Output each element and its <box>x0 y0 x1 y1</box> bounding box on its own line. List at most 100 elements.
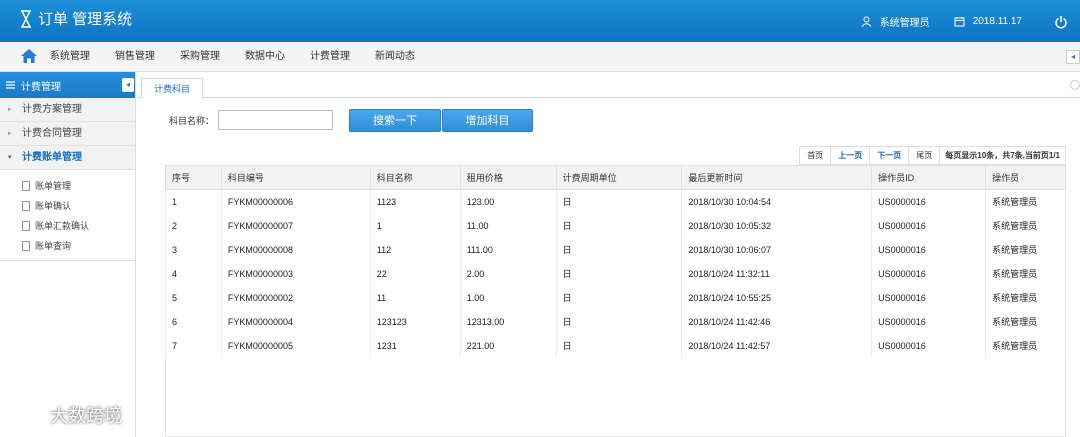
column-header[interactable]: 计费周期单位 <box>555 165 683 190</box>
column-header[interactable]: 最后更新时间 <box>681 165 873 190</box>
nav-sales[interactable]: 销售管理 <box>115 42 166 72</box>
search-label: 科目名称： <box>169 115 215 126</box>
table-row[interactable]: 1 FYKM00000006 1123 123.00 日 2018/10/30 … <box>165 189 1066 214</box>
table-cell: 日 <box>555 189 683 214</box>
sidebar-subitem-label: 账单确认 <box>35 201 72 211</box>
column-header[interactable]: 操作员ID <box>871 165 987 190</box>
document-icon <box>22 221 30 231</box>
watermark: 大数跨境 <box>10 402 122 428</box>
close-icon[interactable] <box>1070 80 1080 90</box>
table-cell: 111.00 <box>459 237 557 262</box>
table-row[interactable]: 5 FYKM00000002 11 1.00 日 2018/10/24 10:5… <box>165 285 1066 310</box>
table-cell: FYKM00000008 <box>220 237 371 262</box>
table-cell: 11.00 <box>459 213 557 238</box>
table-cell: 2.00 <box>459 261 557 286</box>
table-cell: 1.00 <box>459 285 557 310</box>
table-cell: 2018/10/30 10:06:07 <box>681 237 873 262</box>
sidebar-subitem-bill-manage[interactable]: 账单管理 <box>0 176 135 196</box>
sidebar-item-billing-plan[interactable]: ▸ 计费方案管理 <box>0 98 135 122</box>
table-cell: FYKM00000007 <box>220 213 371 238</box>
table-cell: 日 <box>555 309 683 334</box>
sidebar-subitem-bill-confirm[interactable]: 账单确认 <box>0 196 135 216</box>
sidebar-subitem-remit-confirm[interactable]: 账单汇款确认 <box>0 216 135 236</box>
chat-bubble-icon <box>11 405 44 422</box>
subject-name-input[interactable] <box>218 110 334 130</box>
main-nav: 系统管理 销售管理 采购管理 数据中心 计费管理 新闻动态 ◂ <box>0 42 1080 72</box>
table-cell: 2018/10/30 10:05:32 <box>681 213 873 238</box>
table-row[interactable]: 6 FYKM00000004 123123 12313.00 日 2018/10… <box>165 309 1066 334</box>
hourglass-icon <box>21 9 31 28</box>
search-button[interactable]: 搜索一下 <box>349 109 441 132</box>
app-title: 订单 管理系统 <box>38 11 133 28</box>
tab-bar: 计费科目 <box>137 72 1080 99</box>
table-cell: 日 <box>555 213 683 238</box>
prev-page-link[interactable]: 上一页 <box>831 147 871 164</box>
sidebar-collapse-button[interactable]: ◂ <box>122 78 134 92</box>
table-row[interactable]: 3 FYKM00000008 112 111.00 日 2018/10/30 1… <box>165 237 1066 262</box>
watermark-text: 大数跨境 <box>50 406 122 426</box>
table-cell: 221.00 <box>459 333 557 358</box>
column-header[interactable]: 租用价格 <box>459 165 557 190</box>
table-cell: 1 <box>165 189 222 214</box>
table-cell: 12313.00 <box>459 309 557 334</box>
top-bar: 订单 管理系统 系统管理员 2018.11.17 <box>0 0 1080 42</box>
table-cell: 2018/10/24 10:55:25 <box>681 285 873 310</box>
sidebar-subitem-bill-query[interactable]: 账单查询 <box>0 236 135 256</box>
nav-system[interactable]: 系统管理 <box>50 42 101 72</box>
table-cell: FYKM00000006 <box>220 189 371 214</box>
sidebar-header: 计费管理 ◂ <box>0 72 135 98</box>
table-cell: 2018/10/24 11:32:11 <box>681 261 873 286</box>
table-cell: FYKM00000003 <box>220 261 371 286</box>
table-cell: 系统管理员 <box>985 333 1066 358</box>
column-header[interactable]: 序号 <box>165 165 222 190</box>
sidebar-subitem-label: 账单汇款确认 <box>35 221 90 231</box>
home-icon[interactable] <box>20 48 38 64</box>
power-icon[interactable] <box>1054 15 1068 29</box>
table-cell: US0000016 <box>871 333 987 358</box>
table-cell: 日 <box>555 261 683 286</box>
sidebar-submenu: 账单管理 账单确认 账单汇款确认 账单查询 <box>0 170 135 261</box>
table-cell: 日 <box>555 285 683 310</box>
column-header[interactable]: 科目名称 <box>369 165 461 190</box>
document-icon <box>22 241 30 251</box>
table-row[interactable]: 4 FYKM00000003 22 2.00 日 2018/10/24 11:3… <box>165 261 1066 286</box>
column-header[interactable]: 操作员 <box>985 165 1066 190</box>
sidebar-item-billing-bill[interactable]: ▾ 计费账单管理 <box>0 146 135 170</box>
table-cell: 2018/10/24 11:42:57 <box>681 333 873 358</box>
table-cell: 系统管理员 <box>985 261 1066 286</box>
table-cell: 日 <box>555 237 683 262</box>
table-cell: 22 <box>369 261 461 286</box>
user-info: 系统管理员 2018.11.17 <box>861 14 1068 29</box>
next-page-link[interactable]: 下一页 <box>870 147 910 164</box>
sidebar-subitem-label: 账单查询 <box>35 241 72 251</box>
table-cell: US0000016 <box>871 213 987 238</box>
first-page-link[interactable]: 首页 <box>800 147 832 164</box>
column-header[interactable]: 科目编号 <box>220 165 371 190</box>
table-cell: 系统管理员 <box>985 213 1066 238</box>
table-cell: 7 <box>165 333 222 358</box>
nav-purchase[interactable]: 采购管理 <box>180 42 231 72</box>
table-cell: US0000016 <box>871 237 987 262</box>
nav-data-center[interactable]: 数据中心 <box>245 42 296 72</box>
sidebar-item-billing-contract[interactable]: ▸ 计费合同管理 <box>0 122 135 146</box>
table-row[interactable]: 2 FYKM00000007 1 11.00 日 2018/10/30 10:0… <box>165 213 1066 238</box>
current-user[interactable]: 系统管理员 <box>880 14 930 29</box>
table-cell: 123123 <box>369 309 461 334</box>
table-cell: US0000016 <box>871 309 987 334</box>
chevron-down-icon: ▾ <box>8 153 12 161</box>
nav-billing[interactable]: 计费管理 <box>310 42 361 72</box>
nav-news[interactable]: 新闻动态 <box>375 42 426 72</box>
table-cell: 5 <box>165 285 222 310</box>
tab-billing-subject[interactable]: 计费科目 <box>141 78 204 99</box>
table-cell: 4 <box>165 261 222 286</box>
table-cell: 3 <box>165 237 222 262</box>
table-cell: 系统管理员 <box>985 309 1066 334</box>
add-subject-button[interactable]: 增加科目 <box>442 109 533 132</box>
table-cell: 123.00 <box>459 189 557 214</box>
table-row[interactable]: 7 FYKM00000005 1231 221.00 日 2018/10/24 … <box>165 333 1066 358</box>
table-cell: FYKM00000002 <box>220 285 371 310</box>
nav-scroll-button[interactable]: ◂ <box>1066 50 1080 64</box>
last-page-link[interactable]: 尾页 <box>909 147 941 164</box>
sidebar-item-label: 计费方案管理 <box>22 103 82 115</box>
sidebar-subitem-label: 账单管理 <box>35 181 72 191</box>
